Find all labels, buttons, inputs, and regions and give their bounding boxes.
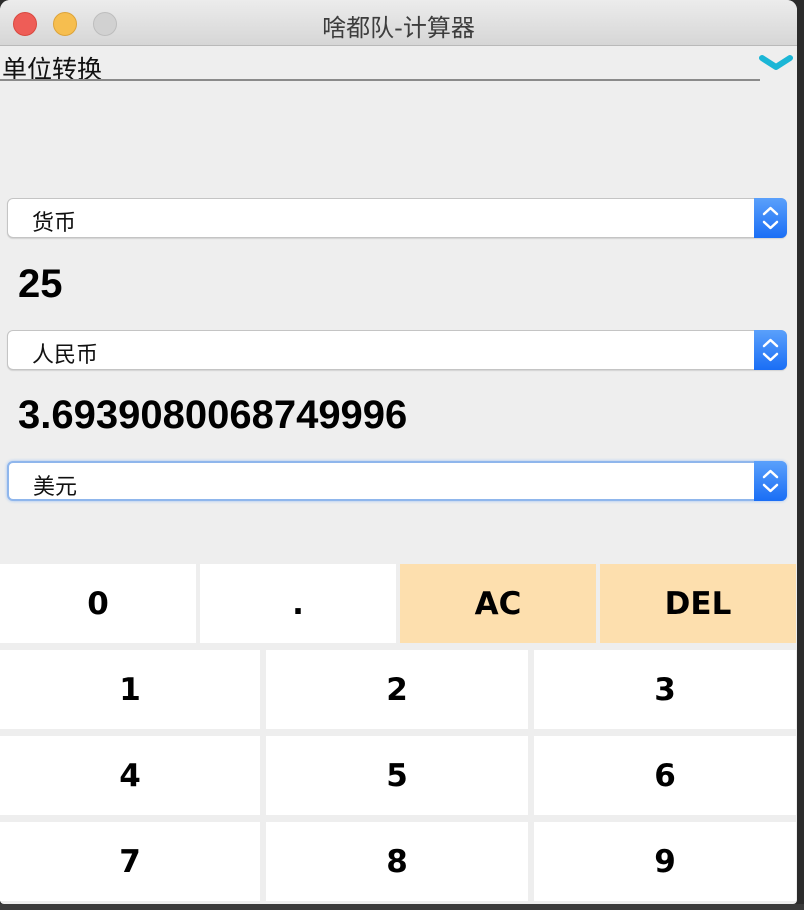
window-title: 啥都队-计算器	[322, 14, 475, 42]
result-value: 3.6939080068749996	[18, 393, 408, 437]
key-0[interactable]: 0	[0, 564, 196, 643]
chevron-down-icon[interactable]	[759, 54, 793, 72]
key-9[interactable]: 9	[534, 822, 796, 901]
key-2[interactable]: 2	[266, 650, 528, 729]
key-4[interactable]: 4	[0, 736, 260, 815]
from-unit-select-value: 人民币	[32, 343, 99, 368]
key-decimal[interactable]: .	[200, 564, 396, 643]
key-all-clear[interactable]: AC	[400, 564, 596, 643]
key-8[interactable]: 8	[266, 822, 528, 901]
category-select[interactable]: 货币	[7, 198, 787, 238]
title-bar: 啥都队-计算器	[0, 0, 797, 46]
key-7[interactable]: 7	[0, 822, 260, 901]
category-select-value: 货币	[32, 211, 77, 236]
select-arrows-icon	[754, 330, 787, 370]
calculator-window: 啥都队-计算器 单位转换 货币 25 人民币 3.693908006874999…	[0, 0, 797, 904]
select-arrows-icon	[754, 198, 787, 238]
desktop-background	[797, 0, 804, 910]
from-unit-select[interactable]: 人民币	[7, 330, 787, 370]
key-5[interactable]: 5	[266, 736, 528, 815]
mode-selector[interactable]: 单位转换	[0, 46, 797, 84]
key-1[interactable]: 1	[0, 650, 260, 729]
mode-underline	[0, 79, 760, 81]
to-unit-select-value: 美元	[33, 475, 78, 500]
to-unit-select[interactable]: 美元	[7, 461, 787, 501]
desktop-background-bottom	[0, 904, 804, 910]
input-value: 25	[18, 262, 63, 306]
key-3[interactable]: 3	[534, 650, 796, 729]
select-arrows-icon	[754, 461, 787, 501]
key-6[interactable]: 6	[534, 736, 796, 815]
key-delete[interactable]: DEL	[600, 564, 796, 643]
